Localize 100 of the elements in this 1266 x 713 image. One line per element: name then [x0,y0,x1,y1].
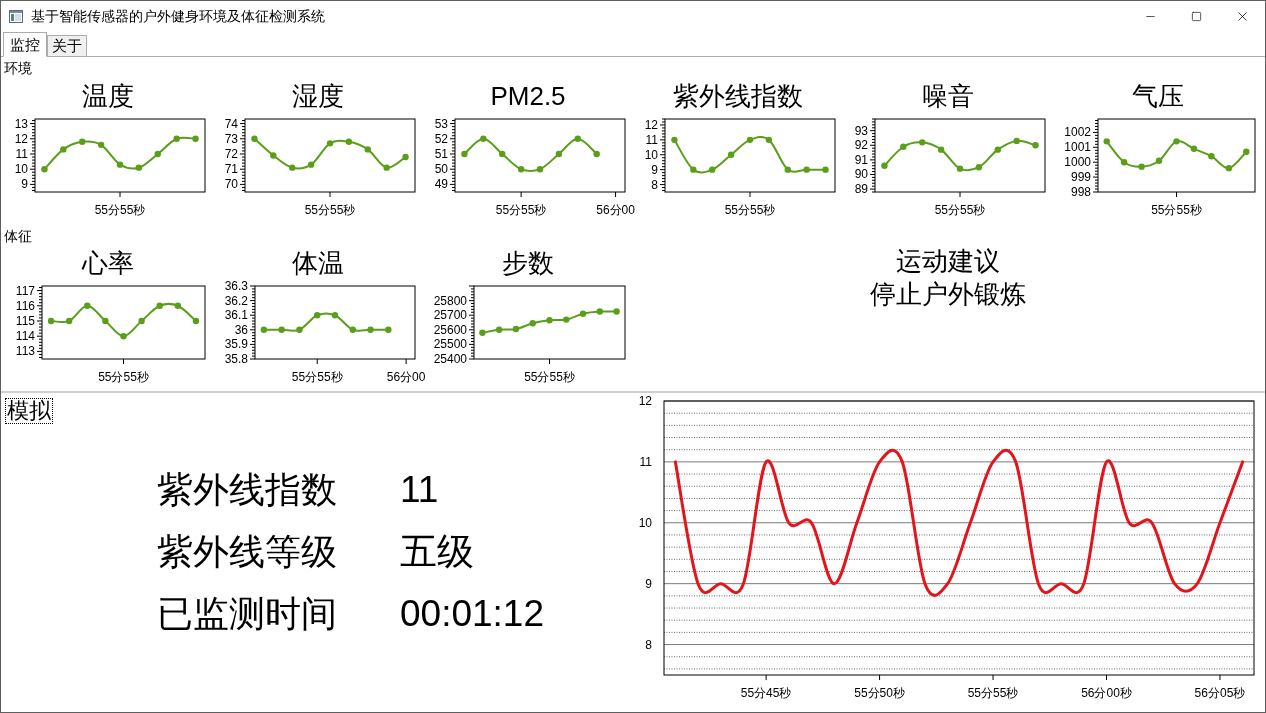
chart-title: 气压 [1132,81,1184,111]
y-tick-label: 92 [854,138,868,153]
y-tick-label: 70 [224,177,238,192]
y-tick-label: 114 [15,329,35,344]
data-point [173,135,180,142]
data-point [536,166,544,173]
data-point [900,143,907,150]
y-tick-label: 49 [434,177,448,192]
x-tick-label: 55分55秒 [1151,203,1202,217]
data-point [765,136,773,144]
x-tick-label: 55分55秒 [524,370,575,384]
data-point [402,153,409,161]
reading-value: 五级 [400,530,475,574]
x-tick-label: 55分55秒 [934,203,986,217]
data-point [555,150,563,158]
data-point [1155,157,1163,164]
y-tick-label: 25500 [433,337,467,352]
chart-title: 紫外线指数 [673,81,803,111]
y-tick-label: 73 [224,131,238,146]
data-point [822,166,829,173]
reading-label: 紫外线等级 [157,530,338,574]
data-point [97,141,105,149]
data-point [690,166,697,173]
data-point [529,320,536,327]
data-point [574,135,581,142]
y-tick-label: 93 [854,123,868,138]
data-point [613,308,620,315]
y-tick-label: 11 [645,132,658,147]
data-point [1190,145,1198,152]
data-point [47,317,55,325]
data-point [326,140,334,147]
data-point [1032,142,1039,149]
y-tick-label: 10 [644,147,658,162]
data-point [289,164,296,171]
data-point [975,164,983,171]
data-point [727,151,735,158]
chart-title: 体温 [292,248,344,278]
data-point [364,146,371,153]
data-point [41,166,48,173]
y-tick-label: 50 [434,162,448,177]
data-point [803,166,810,173]
x-tick-label: 56分00 [386,370,426,384]
data-point [278,326,285,333]
y-tick-label: 89 [854,182,868,197]
data-point [1173,138,1180,145]
data-point [307,161,315,168]
y-tick-label: 36.2 [224,293,248,308]
chart-title: 心率 [82,248,134,278]
advice-text: 停止户外锻炼 [870,278,1026,311]
data-point [174,302,182,309]
x-tick-label: 55分55秒 [94,203,146,217]
data-point [345,138,353,145]
data-point [1225,164,1233,172]
data-point [156,302,163,309]
chart-title: 湿度 [292,81,344,111]
y-tick-label: 1001 [1064,140,1091,155]
y-tick-label: 25400 [433,352,467,366]
section-label: 环境 [4,60,32,76]
data-point [192,317,200,325]
y-tick-label: 51 [434,147,448,161]
x-tick-label: 56分00 [596,203,635,217]
data-point [385,326,392,333]
data-point [1208,153,1215,160]
chart-title: 噪音 [922,81,974,111]
data-point [79,138,86,145]
data-point [512,325,520,333]
tab[interactable]: 关于 [47,35,87,56]
y-tick-label: 36 [234,322,248,337]
data-point [192,135,199,142]
reading-value: 00:01:12 [400,592,545,636]
y-tick-label: 115 [15,314,35,328]
data-point [367,326,374,333]
data-point [937,146,945,153]
data-point [138,317,145,325]
data-point [383,164,390,171]
app-icon [9,10,23,23]
maximize-icon [1190,11,1202,22]
data-point [919,139,926,146]
simulate-button[interactable]: 模拟 [5,398,53,424]
data-point [546,317,553,324]
data-point [260,326,268,333]
data-point [116,161,124,168]
tab[interactable]: 监控 [3,32,47,57]
y-tick-label: 25700 [433,308,467,323]
x-tick-label: 55分55秒 [304,203,356,217]
data-point [596,308,604,315]
y-tick-label: 52 [434,131,448,146]
y-tick-label: 113 [15,344,35,359]
y-tick-label: 71 [224,162,238,177]
chart-title: 步数 [502,248,554,278]
y-tick-label: 999 [1070,170,1091,185]
section-label: 体征 [4,228,32,244]
y-tick-label: 35.9 [224,337,248,352]
data-point [784,166,791,173]
y-tick-label: 1000 [1064,155,1091,170]
data-point [956,165,964,172]
y-tick-label: 1002 [1064,125,1091,140]
advice-title: 运动建议 [896,245,1000,278]
data-point [563,316,570,323]
data-point [499,150,506,158]
